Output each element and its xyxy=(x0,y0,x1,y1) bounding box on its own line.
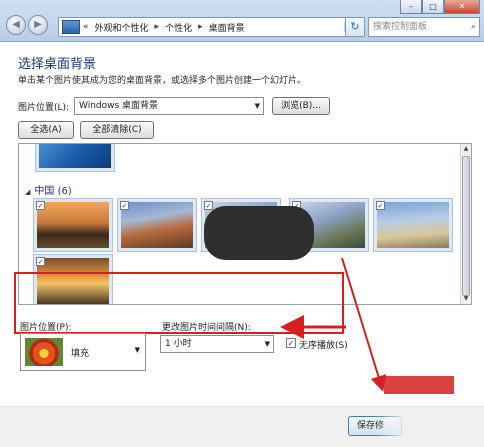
wallpaper-thumbnail[interactable]: ✓ xyxy=(33,198,113,252)
vertical-scrollbar[interactable]: ▲ ▼ xyxy=(460,144,471,304)
search-icon[interactable]: ⌕ xyxy=(471,18,476,36)
refresh-button[interactable]: ↻ xyxy=(345,17,365,37)
breadcrumb-desktop-background[interactable]: 桌面背景 xyxy=(209,21,245,34)
redaction-blob xyxy=(204,206,314,260)
windows-wallpaper-thumbnail[interactable] xyxy=(35,144,115,172)
chevron-down-icon: ▼ xyxy=(264,340,270,348)
page-description: 单击某个图片使其成为您的桌面背景，或选择多个图片创建一个幻灯片。 xyxy=(18,76,307,86)
interval-label: 更改图片时间间隔(N): xyxy=(162,323,251,333)
forward-button[interactable]: ▶ xyxy=(28,15,48,35)
scroll-down-icon[interactable]: ▼ xyxy=(461,294,471,304)
scroll-thumb[interactable] xyxy=(462,156,470,296)
back-button[interactable]: ◀ xyxy=(6,15,26,35)
wallpaper-thumbnail[interactable]: ✓ xyxy=(373,198,453,252)
control-panel-icon xyxy=(62,20,80,34)
search-placeholder: 搜索控制面板 xyxy=(373,22,428,32)
interval-value: 1 小时 xyxy=(165,339,192,349)
great-wall-image xyxy=(121,202,193,248)
picture-position-label: 图片位置(P): xyxy=(20,323,72,333)
picture-location-label: 图片位置(L): xyxy=(18,103,70,113)
page-title: 选择桌面背景 xyxy=(18,57,97,72)
browse-button[interactable]: 浏览(B)... xyxy=(272,97,330,115)
maximize-button[interactable]: □ xyxy=(422,0,444,14)
group-title: 中国 (6) xyxy=(34,186,72,197)
thumbnail-checkbox[interactable]: ✓ xyxy=(376,201,385,210)
group-header-china[interactable]: ◢ 中国 (6) xyxy=(25,182,72,197)
select-all-button[interactable]: 全选(A) xyxy=(18,121,74,139)
collapse-triangle-icon[interactable]: ◢ xyxy=(25,188,30,196)
address-chevron[interactable]: « xyxy=(83,22,89,32)
thumbnail-checkbox[interactable]: ✓ xyxy=(120,201,129,210)
scroll-up-icon[interactable]: ▲ xyxy=(461,144,471,154)
picture-location-select[interactable]: Windows 桌面背景 ▼ xyxy=(74,97,264,115)
breadcrumb-separator-icon[interactable]: ▸ xyxy=(155,22,160,32)
picture-position-value: 填充 xyxy=(71,349,90,359)
blurred-region xyxy=(376,410,476,442)
search-input[interactable]: 搜索控制面板 ⌕ xyxy=(368,17,480,37)
thumbnail-checkbox[interactable]: ✓ xyxy=(36,201,45,210)
position-preview-image xyxy=(25,338,63,366)
address-bar[interactable]: « 外观和个性化 ▸ 个性化 ▸ 桌面背景 ▾ xyxy=(58,17,364,37)
close-button[interactable]: ✕ xyxy=(444,0,480,14)
breadcrumb-personalization[interactable]: 个性化 xyxy=(165,21,192,34)
window-controls: – □ ✕ xyxy=(400,0,480,14)
chevron-down-icon: ▼ xyxy=(254,102,260,110)
china-beach-rocks-image xyxy=(377,202,449,248)
clear-all-button[interactable]: 全部清除(C) xyxy=(80,121,154,139)
thumbnail-checkbox[interactable]: ✓ xyxy=(204,201,213,210)
shuffle-label[interactable]: 无序播放(S) xyxy=(299,338,348,351)
chevron-down-icon: ▼ xyxy=(134,346,140,354)
china-sunset-river-image xyxy=(37,202,109,248)
minimize-button[interactable]: – xyxy=(400,0,422,14)
title-bar: – □ ✕ ◀ ▶ « 外观和个性化 ▸ 个性化 ▸ 桌面背景 ▾ ↻ 搜索控制… xyxy=(0,0,484,42)
picture-position-select[interactable]: 填充 ▼ xyxy=(20,333,146,371)
breadcrumb-separator-icon[interactable]: ▸ xyxy=(198,22,203,32)
breadcrumb-appearance[interactable]: 外观和个性化 xyxy=(95,21,149,34)
shuffle-checkbox[interactable]: ✓ xyxy=(286,338,296,348)
wallpaper-thumbnail[interactable]: ✓ xyxy=(117,198,197,252)
windows-wallpaper-image xyxy=(39,144,111,168)
interval-select[interactable]: 1 小时 ▼ xyxy=(160,335,274,353)
picture-location-value: Windows 桌面背景 xyxy=(79,101,159,111)
thumbnail-checkbox[interactable]: ✓ xyxy=(36,257,45,266)
